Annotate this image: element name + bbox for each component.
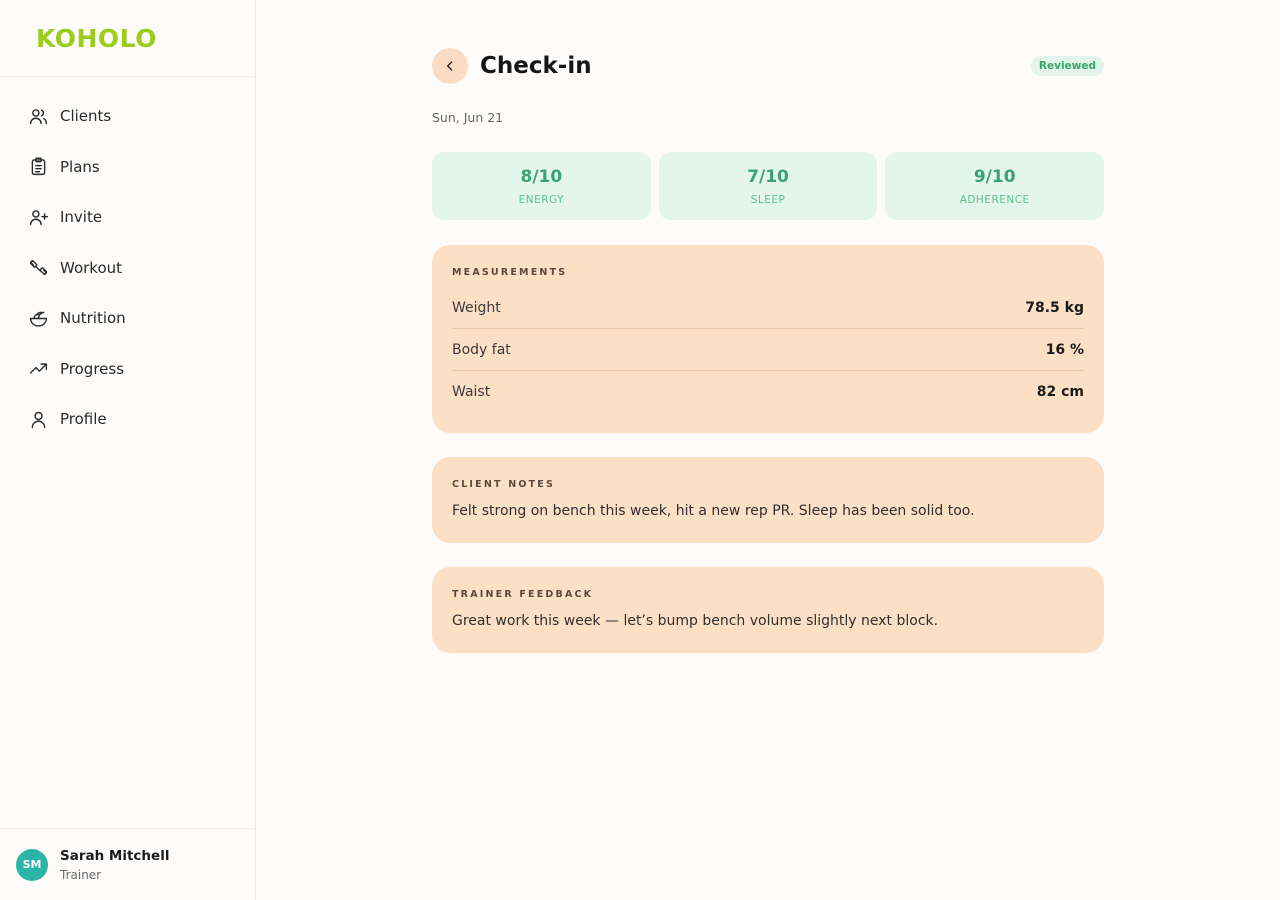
measurement-row-body-fat: Body fat 16 %: [452, 329, 1084, 371]
stat-value: 9/10: [973, 166, 1016, 187]
trainer-feedback-card: TRAINER FEEDBACK Great work this week — …: [432, 567, 1104, 653]
sidebar-item-label: Plans: [60, 157, 100, 176]
page-title: Check-in: [480, 53, 592, 79]
trainer-feedback-text: Great work this week — let’s bump bench …: [452, 613, 939, 629]
avatar: SM: [16, 848, 48, 881]
user-profile[interactable]: SM Sarah Mitchell Trainer: [0, 828, 255, 900]
sidebar-item-label: Workout: [60, 258, 123, 277]
sidebar-item-workout[interactable]: Workout: [0, 243, 255, 294]
trainer-feedback-heading: TRAINER FEEDBACK: [452, 589, 594, 600]
measurement-row-waist: Waist 82 cm: [452, 371, 1084, 413]
measurement-row-weight: Weight 78.5 kg: [452, 287, 1084, 329]
brand-header: KOHOLO: [0, 0, 255, 77]
measurements-heading: MEASUREMENTS: [452, 267, 568, 278]
sidebar-item-clients[interactable]: Clients: [0, 91, 255, 142]
user-role: Trainer: [60, 867, 102, 882]
user-plus-icon: [27, 206, 49, 228]
stat-label: ADHERENCE: [959, 193, 1030, 206]
sidebar-item-nutrition[interactable]: Nutrition: [0, 293, 255, 344]
brand-logo[interactable]: KOHOLO: [36, 24, 157, 53]
status-badge: Reviewed: [1030, 56, 1104, 76]
user-name: Sarah Mitchell: [60, 847, 170, 864]
salad-bowl-icon: [27, 307, 49, 329]
measurement-label: Waist: [452, 384, 491, 400]
sidebar-item-label: Progress: [60, 359, 125, 378]
measurement-value: 82 cm: [1036, 384, 1084, 400]
sidebar-item-label: Invite: [60, 208, 103, 227]
stat-card-energy: 8/10 ENERGY: [432, 152, 651, 220]
measurement-value: 16 %: [1045, 341, 1084, 358]
measurement-value: 78.5 kg: [1025, 299, 1084, 316]
dumbbell-icon: [27, 257, 49, 279]
clipboard-icon: [27, 156, 49, 178]
back-button[interactable]: [432, 48, 468, 84]
sidebar-item-progress[interactable]: Progress: [0, 344, 255, 395]
users-icon: [27, 105, 49, 127]
sidebar-item-profile[interactable]: Profile: [0, 394, 255, 445]
user-icon: [27, 408, 49, 430]
chevron-left-icon: [447, 61, 453, 71]
sidebar: KOHOLO Clients Plans Invite Workout Nutr…: [0, 0, 256, 900]
user-info: Sarah Mitchell Trainer: [60, 848, 169, 882]
client-notes-card: CLIENT NOTES Felt strong on bench this w…: [432, 457, 1104, 543]
client-notes-text: Felt strong on bench this week, hit a ne…: [452, 503, 975, 519]
page-header: Check-in Reviewed: [432, 48, 1104, 84]
stat-label: SLEEP: [750, 193, 786, 206]
client-notes-heading: CLIENT NOTES: [452, 479, 556, 490]
sidebar-item-plans[interactable]: Plans: [0, 142, 255, 193]
sidebar-item-label: Profile: [60, 410, 107, 429]
stat-card-adherence: 9/10 ADHERENCE: [885, 152, 1105, 220]
stat-label: ENERGY: [518, 193, 565, 206]
trending-up-icon: [27, 358, 49, 380]
stats-row: 8/10 ENERGY 7/10 SLEEP 9/10 ADHERENCE: [432, 152, 1105, 220]
sidebar-item-label: Nutrition: [60, 309, 126, 328]
stat-card-sleep: 7/10 SLEEP: [658, 152, 878, 220]
stat-value: 7/10: [747, 166, 789, 187]
checkin-date: Sun, Jun 21: [432, 110, 504, 125]
measurements-card: MEASUREMENTS Weight 78.5 kg Body fat 16 …: [432, 245, 1104, 433]
sidebar-nav: Clients Plans Invite Workout Nutrition P…: [0, 77, 255, 445]
measurement-label: Weight: [452, 299, 501, 316]
stat-value: 8/10: [520, 166, 563, 187]
measurement-label: Body fat: [452, 341, 511, 358]
sidebar-item-label: Clients: [60, 107, 112, 126]
sidebar-item-invite[interactable]: Invite: [0, 192, 255, 243]
